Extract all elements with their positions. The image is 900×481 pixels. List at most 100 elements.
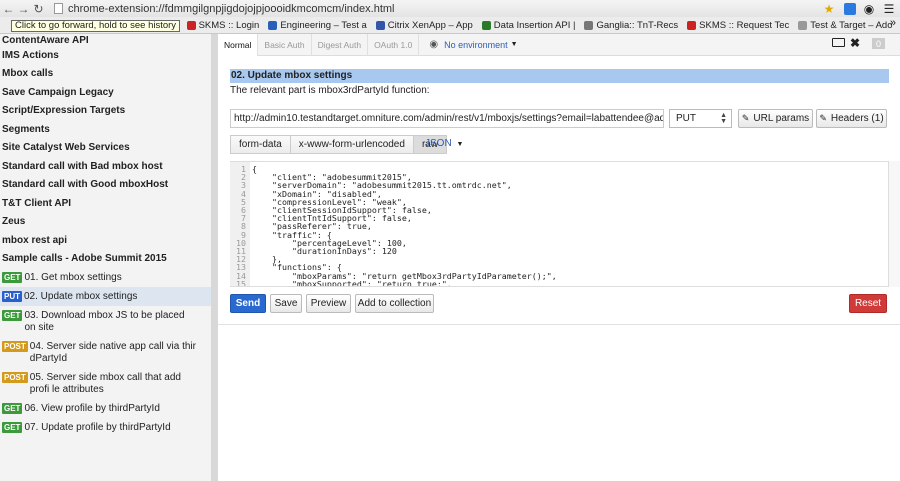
body-type-tabs: form-data x-www-form-urlencoded raw — [230, 135, 448, 154]
method-select[interactable]: PUT ▲ ▼ — [669, 109, 732, 128]
incognito-icon[interactable]: ◉ — [862, 1, 876, 16]
bookmark-label: Engineering – Test a — [280, 19, 367, 31]
bookmark-favicon-icon — [481, 20, 491, 30]
auth-tab[interactable]: Digest Auth — [312, 33, 369, 56]
request-name: 01. Get mbox settings — [24, 272, 122, 283]
method-badge: PUT — [2, 291, 22, 302]
keyboard-icon[interactable] — [832, 38, 845, 47]
extension-icon[interactable] — [843, 1, 857, 16]
auth-tab[interactable]: OAuth 1.0 — [368, 33, 420, 56]
code-line: 15 "mboxSupported": "return true;", — [230, 279, 890, 286]
auth-tab[interactable]: Normal — [218, 33, 259, 56]
bookmark-favicon-icon — [687, 20, 697, 30]
collection-item[interactable]: ContentAware API — [0, 34, 211, 46]
bookmark-label: Data Insertion API | — [493, 19, 576, 31]
collection-item[interactable]: Standard call with Bad mbox host — [0, 157, 211, 176]
collection-item[interactable]: Segments — [0, 120, 211, 139]
auth-tab[interactable]: Basic Auth — [258, 33, 312, 56]
bookmarks-overflow-button[interactable]: » — [890, 17, 896, 29]
request-item[interactable]: PUT 02. Update mbox settings — [0, 287, 211, 306]
bookmark-item[interactable]: SKMS :: Login — [186, 19, 260, 31]
bookmark-favicon-icon — [186, 20, 196, 30]
request-name: 02. Update mbox settings — [24, 291, 138, 302]
request-description: The relevant part is mbox3rdPartyId func… — [230, 85, 430, 96]
request-name: 03. Download mbox JS to be placed on sit… — [24, 310, 185, 333]
request-builder: Normal Basic Auth Digest Auth OAuth 1.0 ◉ N… — [218, 33, 900, 481]
address-bar[interactable]: chrome-extension://fdmmgilgnpjigdojojpjo… — [54, 1, 834, 16]
back-arrow-icon[interactable]: ← — [2, 1, 15, 16]
bookmark-item[interactable]: Data Insertion API | — [481, 19, 576, 31]
body-format-label: JSON — [425, 138, 452, 149]
method-badge: GET — [2, 272, 23, 283]
save-button[interactable]: Save — [270, 294, 302, 313]
select-arrows-icon: ▲ ▼ — [720, 112, 727, 125]
collection-item[interactable]: mbox rest api — [0, 231, 211, 250]
collection-item[interactable]: Standard call with Good mboxHost — [0, 176, 211, 195]
method-value: PUT — [676, 113, 696, 124]
forward-tooltip: Click to go forward, hold to see history — [11, 20, 181, 32]
code-editor[interactable]: 1{2 "client": "adobesummit2015", 3 "serve… — [230, 161, 900, 287]
request-item[interactable]: GET 03. Download mbox JS to be placed on … — [0, 306, 211, 337]
bookmark-star-icon[interactable]: ★ — [822, 1, 836, 16]
collection-item[interactable]: Mbox calls — [0, 65, 211, 84]
bookmark-item[interactable]: Test & Target – Ado — [798, 19, 893, 31]
forward-arrow-icon[interactable]: → — [17, 1, 30, 16]
bookmark-label: Test & Target – Ado — [810, 19, 893, 31]
menu-icon[interactable]: ☰ — [882, 1, 896, 16]
bookmark-item[interactable]: Ganglia:: TnT-Recs — [584, 20, 678, 31]
reset-button[interactable]: Reset — [849, 294, 887, 313]
collection-item[interactable]: Zeus — [0, 213, 211, 232]
bookmark-item[interactable]: SKMS :: Request Tec — [687, 20, 789, 31]
editor-scrollbar[interactable] — [888, 161, 900, 287]
request-name: 06. View profile by thirdPartyId — [24, 403, 160, 414]
sidebar-scrollbar[interactable] — [211, 34, 218, 481]
url-params-label: URL params — [753, 113, 810, 124]
request-item[interactable]: POST 05. Server side mbox call that add p… — [0, 368, 211, 399]
request-name: 07. Update profile by thirdPartyId — [24, 422, 171, 433]
bookmark-item[interactable]: Citrix XenApp – App — [375, 19, 473, 31]
request-item[interactable]: GET 07. Update profile by thirdPartyId — [0, 418, 211, 437]
browser-toolbar: ← → ↻ chrome-extension://fdmmgilgnpjigdo… — [0, 0, 900, 17]
chevron-down-icon: ▼ — [510, 41, 518, 48]
collection-item[interactable]: T&T Client API — [0, 194, 211, 213]
request-item[interactable]: POST 04. Server side native app call via … — [0, 337, 211, 368]
collection-item[interactable]: Site Catalyst Web Services — [0, 139, 211, 158]
request-name: 05. Server side mbox call that add profi… — [29, 372, 181, 395]
body-tab[interactable]: x-www-form-urlencoded — [289, 135, 413, 154]
count-badge: 0 — [872, 38, 885, 49]
bookmark-label: SKMS :: Login — [198, 19, 260, 31]
environment-selector[interactable]: ◉ No environment ▼ — [429, 39, 517, 50]
method-badge: GET — [2, 422, 23, 433]
request-item[interactable]: GET 06. View profile by thirdPartyId — [0, 399, 211, 418]
preview-button[interactable]: Preview — [306, 294, 351, 313]
bookmark-item[interactable]: Engineering – Test a — [268, 19, 367, 31]
body-tab[interactable]: form-data — [230, 135, 290, 154]
url-params-button[interactable]: ✎ URL params — [738, 109, 813, 128]
page-icon — [54, 3, 63, 14]
request-name: 04. Server side native app call via thir… — [29, 341, 196, 364]
tools-icon[interactable]: ✖ — [850, 36, 860, 50]
url-input[interactable]: http://admin10.testandtarget.omniture.co… — [230, 109, 664, 128]
auth-tabs: Normal Basic Auth Digest Auth OAuth 1.0 ◉ N… — [218, 33, 900, 56]
collection-item[interactable]: Script/Expression Targets — [0, 102, 211, 121]
bookmark-label: Citrix XenApp – App — [387, 19, 473, 31]
bookmark-label: Ganglia:: TnT-Recs — [596, 19, 679, 31]
method-badge: POST — [2, 341, 28, 352]
edit-icon: ✎ — [741, 113, 750, 123]
collections-sidebar: ContentAware API IMS Actions Mbox calls Sav… — [0, 34, 211, 481]
send-button[interactable]: Send — [230, 294, 266, 313]
bookmark-favicon-icon — [584, 20, 594, 30]
collection-item[interactable]: IMS Actions — [0, 46, 211, 65]
collection-item[interactable]: Sample calls - Adobe Summit 2015 — [0, 250, 211, 269]
method-badge: GET — [2, 403, 23, 414]
reload-icon[interactable]: ↻ — [32, 1, 45, 16]
headers-button[interactable]: ✎ Headers (1) — [816, 109, 887, 128]
request-item[interactable]: GET 01. Get mbox settings — [0, 268, 211, 287]
collection-item[interactable]: Save Campaign Legacy — [0, 83, 211, 102]
add-to-collection-button[interactable]: Add to collection — [355, 294, 434, 313]
environment-label: No environment — [444, 39, 508, 50]
address-text: chrome-extension://fdmmgilgnpjigdojojpjo… — [68, 2, 395, 15]
bookmark-favicon-icon — [268, 20, 278, 30]
edit-icon: ✎ — [819, 113, 827, 123]
body-format-select[interactable]: JSON ▼ — [425, 138, 463, 149]
